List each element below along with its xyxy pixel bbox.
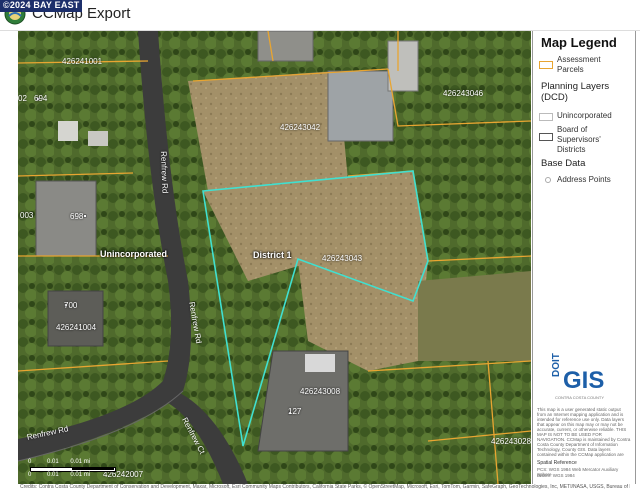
gis-logo: GIS	[563, 367, 605, 394]
legend-disclaimer: This map is a user generated static outp…	[537, 407, 631, 457]
doit-logo: DOIT	[551, 353, 562, 377]
address-label: 694	[34, 94, 48, 103]
address-point-swatch	[545, 177, 551, 183]
brand-name: BAY EAST	[33, 0, 80, 10]
parcel-label: 426243042	[280, 123, 321, 132]
legend-board-districts: Board of Supervisors' Districts	[557, 125, 601, 154]
scale-tick: 0.01 mi	[70, 472, 91, 478]
unincorporated-swatch	[539, 113, 553, 121]
address-label: 127	[288, 407, 302, 416]
legend-address-points: Address Points	[557, 175, 611, 184]
scale-tick: 0	[28, 472, 32, 478]
legend-unincorporated: Unincorporated	[557, 111, 612, 120]
map-canvas[interactable]: 426241001 426243046 426243042 426243043 …	[18, 31, 531, 484]
parcel-label: 426243046	[443, 89, 484, 98]
parcel-label: 426241004	[56, 323, 97, 332]
legend-footer: DOIT GIS CONTRA COSTA COUNTY This map is…	[533, 353, 635, 483]
title-bar: CCMap Export	[0, 0, 640, 31]
shed	[88, 131, 108, 146]
legend-base-data: Base Data	[541, 158, 586, 169]
map-credits: Credits: Contra Costa County Department …	[20, 484, 630, 490]
street-label: Renfrew Rd	[159, 151, 170, 194]
building-ne	[387, 40, 419, 92]
address-label: 003	[20, 211, 34, 220]
brand-watermark: ©2024 BAY EAST	[0, 0, 83, 12]
parcel-label: 426243008	[300, 387, 341, 396]
parcel-label: 426243043	[322, 254, 363, 263]
field-east	[418, 271, 531, 361]
scale-tick-top: 0	[28, 459, 32, 465]
spatial-reference-datum: Datum: WGS 1984	[537, 473, 575, 478]
legend-assessment-parcels: Assessment Parcels	[557, 55, 601, 74]
scale-tick: 0.01	[47, 472, 59, 478]
brand-year: ©2024	[3, 0, 31, 10]
area-label-unincorporated: Unincorporated	[100, 249, 168, 259]
map-legend: Map Legend Assessment Parcels Planning L…	[532, 31, 636, 484]
scale-tick-top: 0.01 mi	[70, 459, 91, 465]
gis-logo-sub: CONTRA COSTA COUNTY	[555, 395, 605, 400]
building-top	[257, 31, 314, 62]
address-label: 02	[18, 94, 27, 103]
area-label-district: District 1	[253, 250, 292, 260]
address-label: 698	[70, 212, 84, 221]
field-north	[188, 71, 348, 191]
legend-planning-layers: Planning Layers (DCD)	[541, 81, 610, 103]
legend-title: Map Legend	[541, 35, 617, 50]
building-roof-detail	[305, 354, 335, 372]
spatial-reference-heading: Spatial Reference	[537, 460, 577, 466]
parcel-label: 426243028	[491, 437, 531, 446]
parcel-label: 426241001	[62, 57, 103, 66]
assessment-parcel-swatch	[539, 61, 553, 69]
scale-tick-top: 0.01	[47, 459, 59, 465]
building-698	[35, 180, 97, 257]
building-700	[47, 290, 104, 347]
tank	[58, 121, 78, 141]
scale-bar: 0 0.01 0.01 mi 0 0.01 0.01 mi	[24, 459, 144, 481]
district-swatch	[539, 133, 553, 141]
address-label: 700	[64, 301, 78, 310]
export-frame: CCMap Export ©2024 BAY EAST 426241001 42…	[0, 0, 640, 495]
building-north	[327, 70, 394, 142]
